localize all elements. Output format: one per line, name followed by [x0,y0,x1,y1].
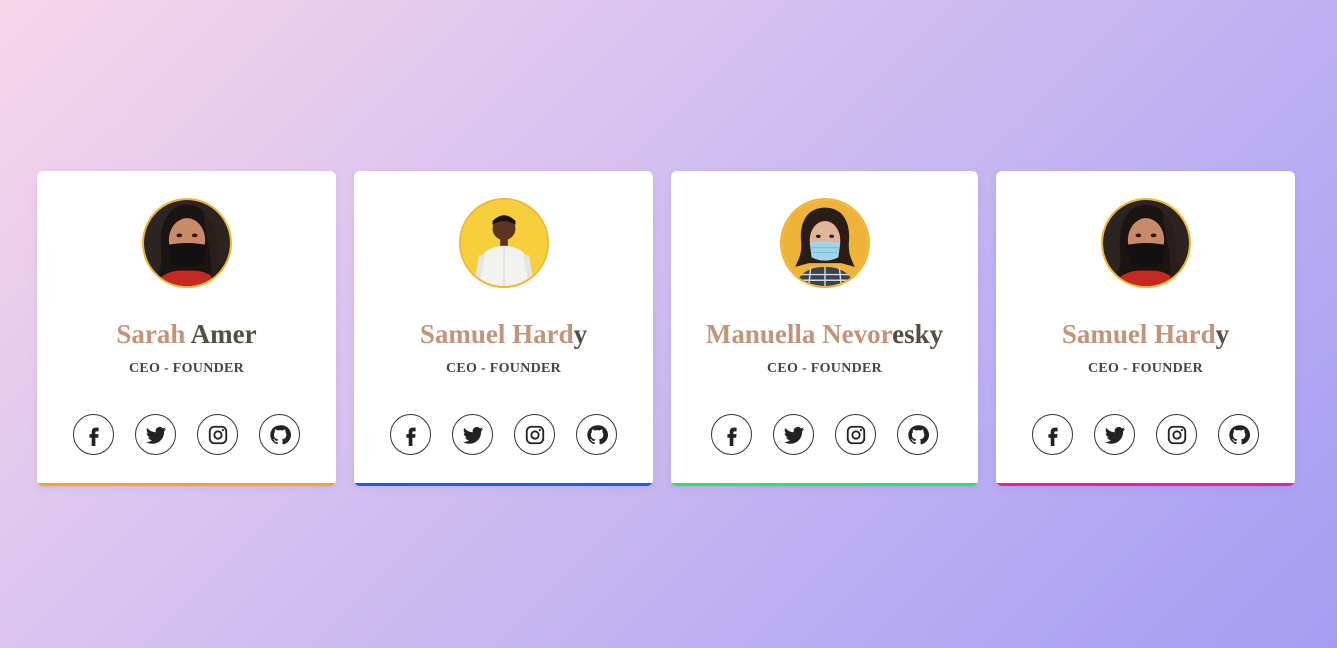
facebook-button[interactable] [73,414,114,455]
avatar [1100,198,1191,288]
avatar-image [460,200,547,286]
github-button[interactable] [259,414,300,455]
instagram-icon [1167,425,1186,444]
facebook-button[interactable] [1032,414,1073,455]
twitter-button[interactable] [452,414,493,455]
github-icon [907,424,929,444]
member-name: Samuel Hardy [1061,319,1230,349]
profile-card-2: Samuel Hardy CEO - FOUNDER [354,171,653,486]
accent-bar [996,483,1295,486]
avatar [141,198,232,288]
accent-bar [354,483,653,486]
github-icon [586,424,608,444]
github-icon [269,424,291,444]
avatar [458,198,549,288]
twitter-button[interactable] [135,414,176,455]
facebook-button[interactable] [711,414,752,455]
profile-card-3: Manuella Nevoresky CEO - FOUNDER [671,171,978,486]
facebook-icon [88,427,99,446]
social-links [996,414,1295,455]
twitter-button[interactable] [773,414,814,455]
instagram-button[interactable] [197,414,238,455]
member-role: CEO - FOUNDER [766,361,883,376]
instagram-button[interactable] [835,414,876,455]
social-links [37,414,336,455]
avatar-image [143,200,230,286]
member-name: Samuel Hardy [419,319,588,349]
github-button[interactable] [576,414,617,455]
facebook-icon [405,427,416,446]
profile-card-4: Samuel Hardy CEO - FOUNDER [996,171,1295,486]
instagram-icon [208,425,227,444]
twitter-icon [462,426,483,444]
accent-bar [37,483,336,486]
facebook-button[interactable] [390,414,431,455]
accent-bar [671,483,978,486]
facebook-icon [1047,427,1058,446]
avatar-image [1102,200,1189,286]
avatar-image [781,200,868,286]
avatar [779,198,870,288]
instagram-icon [846,425,865,444]
instagram-button[interactable] [1156,414,1197,455]
twitter-icon [783,426,804,444]
member-role: CEO - FOUNDER [1087,361,1204,376]
member-name: Manuella Nevoresky [705,319,944,349]
member-role: CEO - FOUNDER [128,361,245,376]
profile-card-1: Sarah Amer CEO - FOUNDER [37,171,336,486]
twitter-icon [1104,426,1125,444]
github-button[interactable] [1218,414,1259,455]
twitter-button[interactable] [1094,414,1135,455]
instagram-button[interactable] [514,414,555,455]
facebook-icon [726,427,737,446]
github-icon [1228,424,1250,444]
twitter-icon [145,426,166,444]
github-button[interactable] [897,414,938,455]
social-links [354,414,653,455]
member-role: CEO - FOUNDER [445,361,562,376]
social-links [671,414,978,455]
member-name: Sarah Amer [116,319,257,349]
instagram-icon [525,425,544,444]
